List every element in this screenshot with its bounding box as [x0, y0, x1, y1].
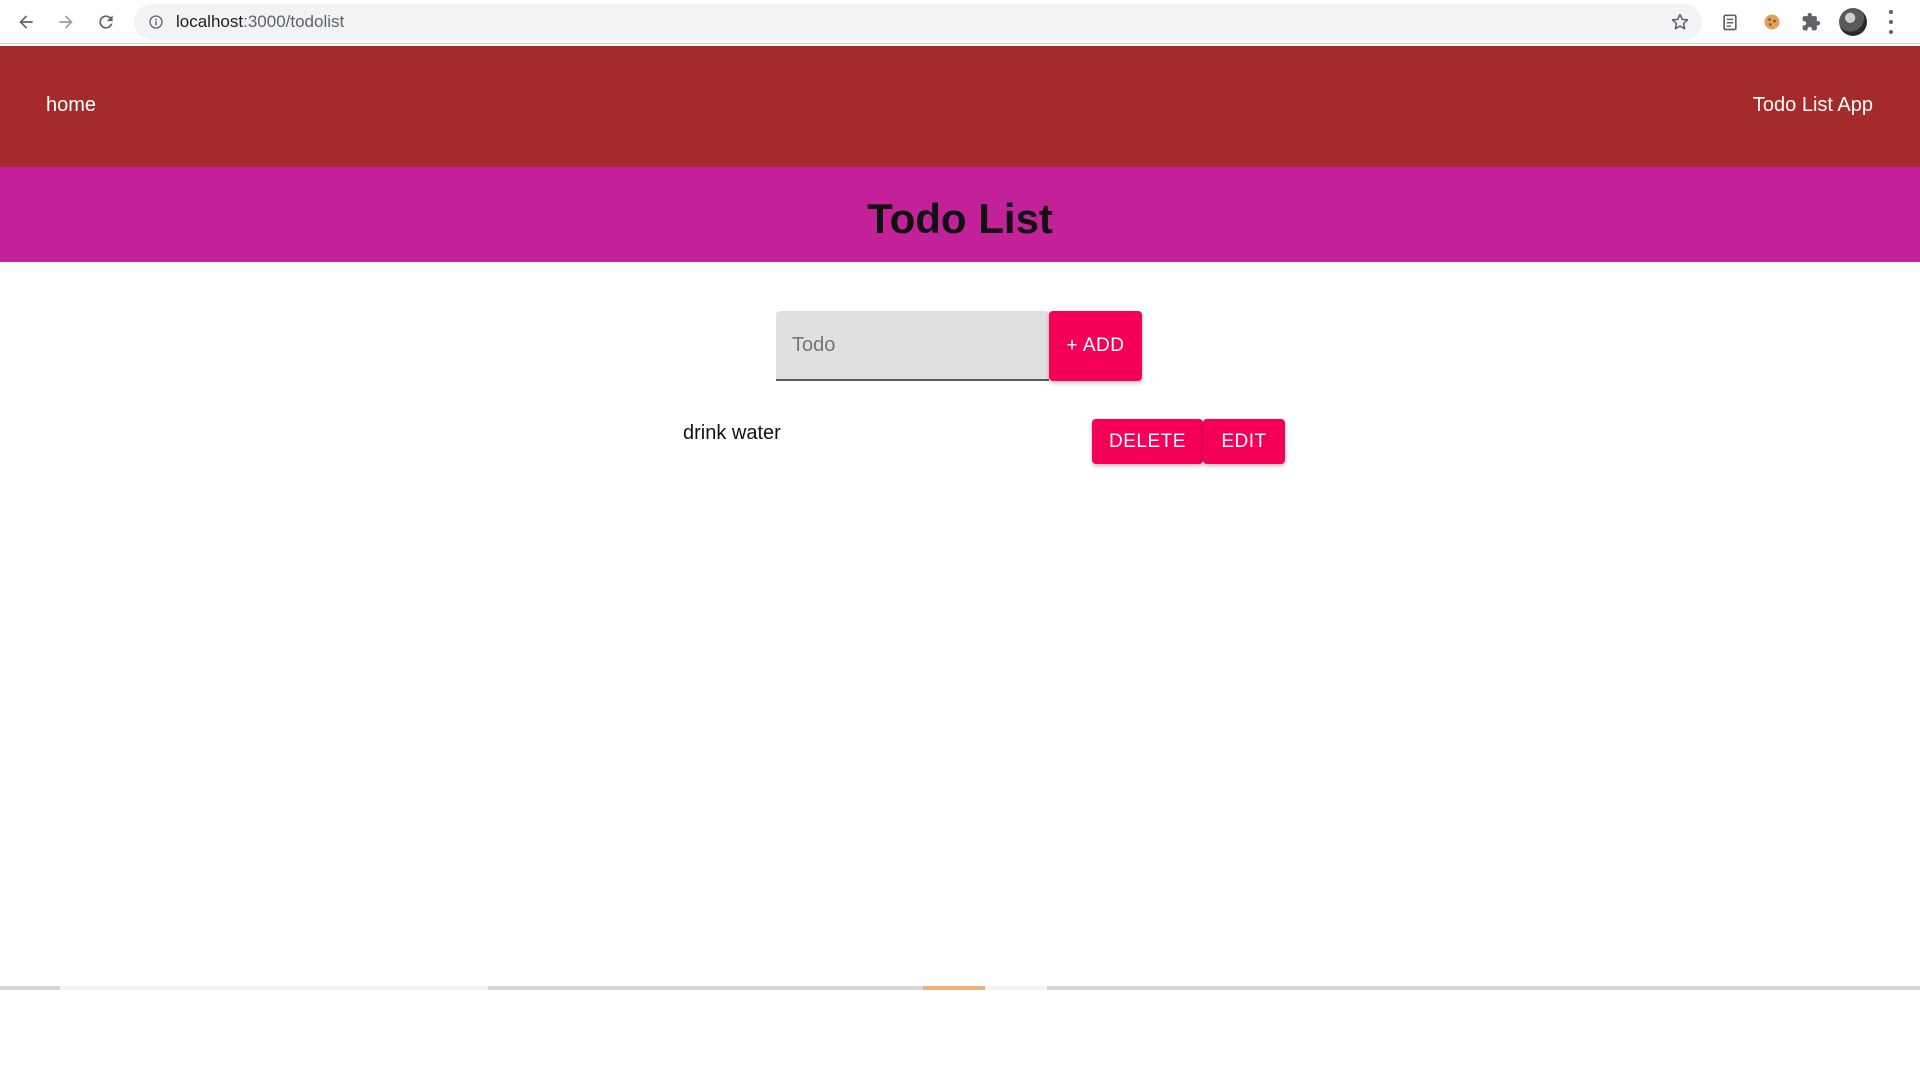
reload-button[interactable]: [92, 8, 120, 36]
clipboard-icon: [1723, 14, 1737, 31]
horizontal-scrollbar[interactable]: [0, 986, 1920, 990]
forward-button[interactable]: [52, 8, 80, 36]
scrollbar-thumb[interactable]: [923, 986, 985, 990]
extensions-button[interactable]: [1800, 11, 1822, 33]
app-name: Todo List App: [1752, 94, 1873, 116]
more-vert-icon[interactable]: [1886, 10, 1896, 34]
delete-button[interactable]: DELETE: [1092, 419, 1203, 464]
arrow-left-icon: [19, 15, 33, 29]
puzzle-icon: [1802, 12, 1821, 31]
add-button[interactable]: + ADD: [1049, 311, 1142, 381]
app-header: home Todo List App: [0, 46, 1920, 167]
title-banner: Todo List: [0, 167, 1920, 262]
home-link[interactable]: home: [46, 94, 96, 117]
todo-item-text: drink water: [683, 422, 781, 444]
info-icon[interactable]: [148, 14, 164, 30]
profile-avatar[interactable]: [1839, 8, 1867, 36]
clipboard-extension[interactable]: [1719, 11, 1741, 33]
url-host: localhost: [176, 12, 244, 31]
reload-icon: [99, 15, 113, 29]
url-path: :3000/todolist: [243, 12, 345, 31]
cookie-extension[interactable]: [1761, 11, 1783, 33]
browser-toolbar: localhost:3000/todolist: [0, 0, 1920, 44]
url-text[interactable]: localhost:3000/todolist: [176, 12, 344, 32]
todo-input[interactable]: [776, 311, 1049, 381]
address-bar[interactable]: localhost:3000/todolist: [134, 4, 1702, 40]
cookie-icon: [1764, 14, 1780, 30]
page-title: Todo List: [867, 194, 1053, 242]
star-icon[interactable]: [1670, 12, 1690, 32]
edit-button[interactable]: EDIT: [1203, 419, 1285, 464]
scrollbar-segment: [985, 986, 1047, 990]
scrollbar-segment: [60, 986, 488, 990]
arrow-right-icon: [59, 15, 73, 29]
back-button[interactable]: [12, 8, 40, 36]
